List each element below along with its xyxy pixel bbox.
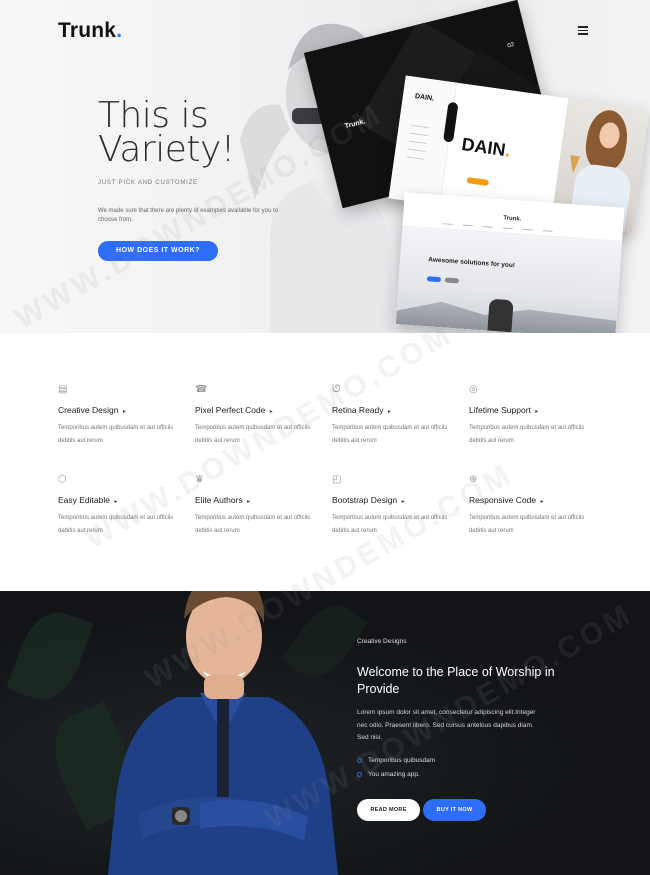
how-does-it-work-button[interactable]: HOW DOES IT WORK? [98,241,218,261]
sidebar-line [408,140,427,145]
site-logo[interactable]: Trunk. [58,19,122,43]
hero-title-line1: This is [98,95,209,136]
sidebar-line [406,156,425,160]
sidebar-line [407,148,426,152]
dark-mockup-number: 02 [506,41,515,50]
arrow-right-icon: ▸ [114,499,118,505]
photographer-shape [487,298,514,333]
circle-bullet-icon [357,757,362,763]
feature-title: Retina Ready ▸ [332,405,391,415]
hamburger-menu-icon[interactable] [578,26,588,35]
dain-sidebar-logo: DAIN. [414,92,435,103]
lifebuoy-icon: ◎ [469,384,478,395]
about-section: Creative Designs Welcome to the Place of… [0,591,650,875]
mockup-button [444,277,460,284]
globe-icon: ⊕ [469,474,478,485]
about-bullet: Temporibus quibusdam [357,757,435,764]
trunk-theme-mockup: Trunk. Awesome solutions for you! [395,192,625,333]
feature-title: Easy Editable ▸ [58,495,118,505]
hero-title: This is Variety! [98,95,235,170]
feature-item[interactable]: ⬡ Easy Editable ▸ Temporibus autem quibu… [58,475,188,538]
arrow-right-icon: ▸ [401,499,405,505]
feature-title: Pixel Perfect Code ▸ [195,405,273,415]
sidebar-line [409,132,428,137]
nav-line [482,225,493,228]
mockup-logo: Trunk. [503,215,522,223]
read-more-button[interactable]: READ MORE [357,799,420,821]
features-section: ▤ Creative Design ▸ Temporibus autem qui… [0,333,650,591]
feature-description: Temporibus autem quibusdam et aut offici… [195,425,311,444]
feature-description: Temporibus autem quibusdam et aut offici… [469,515,585,534]
feature-description: Temporibus autem quibusdam et aut offici… [332,425,448,444]
feature-item[interactable]: ☎ Pixel Perfect Code ▸ Temporibus autem … [195,385,325,448]
feature-title: Lifetime Support ▸ [469,405,539,415]
buy-it-now-button[interactable]: BUY IT NOW [423,799,486,821]
nav-line [442,223,453,225]
feature-description: Temporibus autem quibusdam et aut offici… [195,515,311,534]
feature-title: Elite Authors ▸ [195,495,251,505]
feature-description: Temporibus autem quibusdam et aut offici… [469,425,585,444]
dain-cta [466,177,490,187]
bootstrap-icon: ◰ [332,474,342,485]
feature-title: Bootstrap Design ▸ [332,495,405,505]
css3-icon: ⬡ [58,474,67,485]
feature-item[interactable]: ⊕ Responsive Code ▸ Temporibus autem qui… [469,475,599,538]
nav-line [502,227,513,230]
feature-description: Temporibus autem quibusdam et aut offici… [58,425,174,444]
feature-title: Creative Design ▸ [58,405,126,415]
hero-description: We made sure that there are plenty of ex… [98,208,278,223]
hero-title-line2: Variety! [98,129,235,170]
arrow-right-icon: ▸ [540,499,544,505]
document-icon: ▤ [58,384,68,395]
feature-description: Temporibus autem quibusdam et aut offici… [332,515,448,534]
about-label: Creative Designs [357,638,407,645]
feature-title: Responsive Code ▸ [469,495,544,505]
circle-bullet-icon [357,771,362,777]
crown-icon: ♛ [195,474,204,485]
nav-line [462,224,473,227]
magnet-icon: ᘎ [332,384,341,395]
dain-title: DAIN. [460,134,512,161]
feature-description: Temporibus autem quibusdam et aut offici… [58,515,174,534]
arrow-right-icon: ▸ [122,409,126,415]
arrow-right-icon: ▸ [247,499,251,505]
feature-item[interactable]: ◎ Lifetime Support ▸ Temporibus autem qu… [469,385,599,448]
feature-item[interactable]: ᘎ Retina Ready ▸ Temporibus autem quibus… [332,385,462,448]
feature-item[interactable]: ♛ Elite Authors ▸ Temporibus autem quibu… [195,475,325,538]
arrow-right-icon: ▸ [387,409,391,415]
feature-item[interactable]: ▤ Creative Design ▸ Temporibus autem qui… [58,385,188,448]
keyboard-icon: ☎ [195,384,208,395]
about-bullet: You amazing app. [357,771,420,778]
sidebar-line [410,124,429,129]
mockup-button [426,276,442,283]
hero-subtitle: JUST PICK AND CUSTOMIZE [98,180,198,186]
nav-line [542,230,553,232]
dark-mockup-brand: Trunk. [344,118,367,131]
hero-section: Trunk. 02 DAIN. DAIN. Trunk. Awesome sol… [0,0,650,333]
about-paragraph: Lorem ipsum dolor sit amet, consectetur … [357,709,536,741]
arrow-right-icon: ▸ [535,409,539,415]
feature-item[interactable]: ◰ Bootstrap Design ▸ Temporibus autem qu… [332,475,462,538]
about-heading: Welcome to the Place of Worship in Provi… [357,665,555,696]
nav-line [522,228,533,231]
man-portrait-image [108,591,338,875]
arrow-right-icon: ▸ [269,409,273,415]
